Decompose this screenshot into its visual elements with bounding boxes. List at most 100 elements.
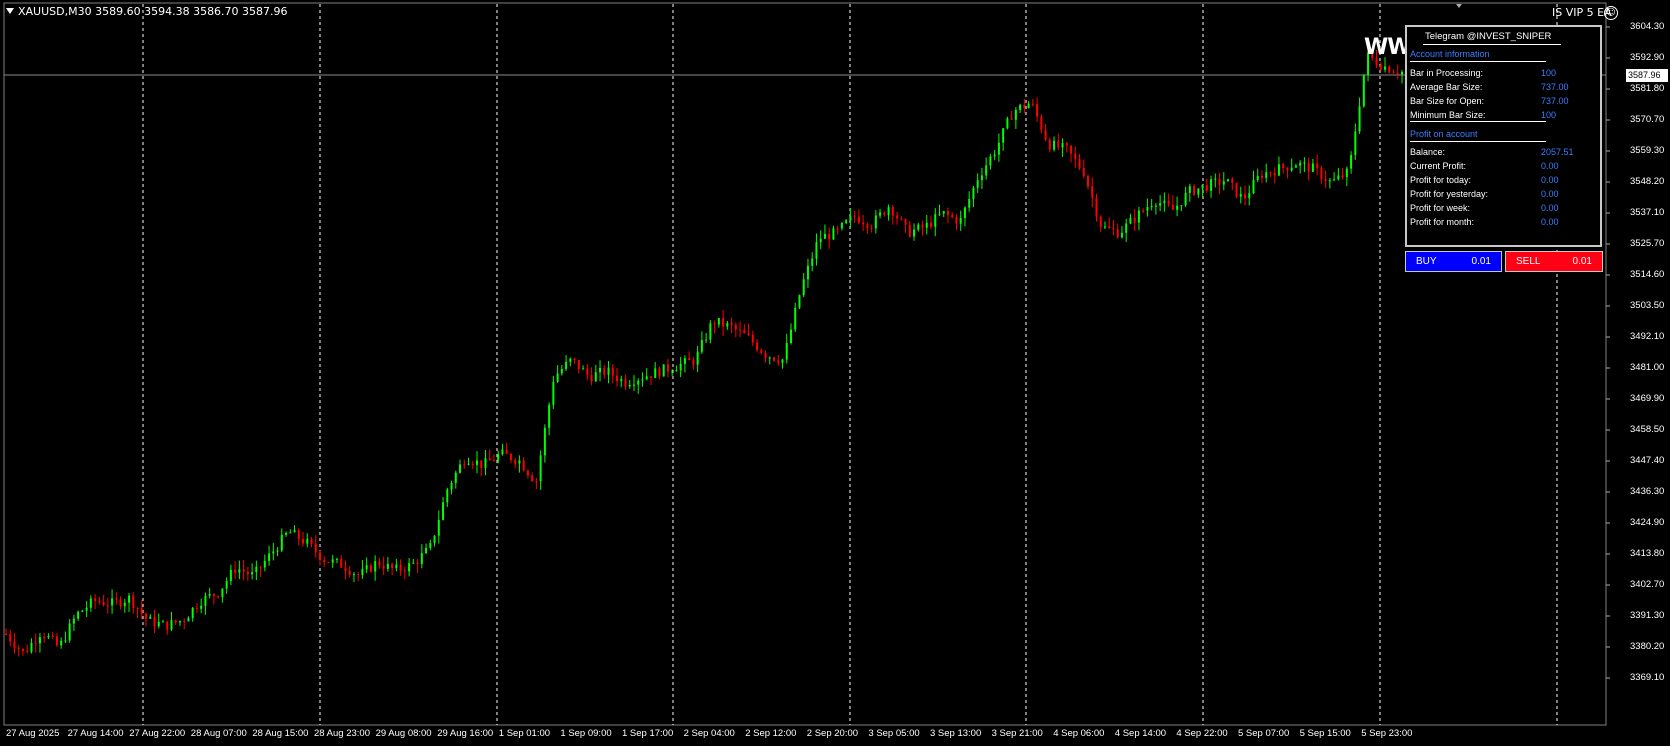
- candle-body: [26, 650, 29, 652]
- minimum-bar-size-value: 100: [1541, 110, 1557, 120]
- time-axis-label: 29 Aug 08:00: [375, 728, 432, 739]
- buy-button[interactable]: BUY 0.01: [1405, 251, 1502, 272]
- candle-body: [1087, 175, 1090, 187]
- candle-body: [1159, 203, 1162, 206]
- candle-body: [1137, 210, 1140, 223]
- price-axis-label: 3592.90: [1630, 52, 1665, 63]
- ea-info-panel: Telegram @INVEST_SNIPER Account informat…: [1405, 25, 1602, 247]
- candle-body: [399, 564, 402, 571]
- candle-body: [514, 460, 517, 464]
- candle-body: [887, 207, 890, 215]
- candle-body: [403, 570, 406, 572]
- candle-body: [467, 463, 470, 465]
- candle-body: [968, 199, 971, 208]
- expert-advisor-name[interactable]: IS VIP 5 EA: [1552, 6, 1612, 19]
- candle-body: [683, 358, 686, 364]
- candle-body: [51, 635, 54, 637]
- candle-body: [1316, 163, 1319, 168]
- candle-body: [1341, 175, 1344, 178]
- dropdown-triangle-icon[interactable]: [6, 8, 14, 14]
- candle-body: [157, 621, 160, 627]
- candle-body: [1345, 168, 1348, 178]
- time-axis-label: 2 Sep 20:00: [806, 728, 859, 739]
- candle-body: [195, 607, 198, 609]
- candle-body: [1205, 185, 1208, 191]
- candle-body: [94, 598, 97, 601]
- candle-body: [263, 560, 266, 568]
- profit-yesterday-value: 0.00: [1541, 189, 1559, 199]
- candle-body: [1099, 216, 1102, 228]
- candle-body: [1214, 178, 1217, 180]
- candle-body: [1362, 74, 1365, 107]
- time-axis-label: 4 Sep 06:00: [1053, 728, 1105, 739]
- candle-body: [183, 621, 186, 623]
- candle-body: [1120, 232, 1123, 238]
- candle-body: [1163, 200, 1166, 204]
- candle-body: [446, 489, 449, 503]
- candle-body: [879, 212, 882, 216]
- candle-body: [310, 538, 313, 544]
- candle-body: [55, 636, 58, 646]
- candle-body: [1333, 179, 1336, 181]
- candle-body: [149, 616, 152, 619]
- candle-body: [488, 458, 491, 461]
- candle-body: [132, 595, 135, 608]
- candle-body: [352, 574, 355, 576]
- candle-body: [917, 224, 920, 230]
- candle-body: [908, 224, 911, 237]
- current-profit-value: 0.00: [1541, 161, 1559, 171]
- candle-body: [985, 165, 988, 176]
- profit-week-label: Profit for week:: [1410, 203, 1471, 213]
- candle-body: [1171, 204, 1174, 210]
- candle-body: [463, 464, 466, 466]
- time-axis-label: 1 Sep 09:00: [560, 728, 612, 739]
- price-axis-label: 3559.30: [1630, 145, 1665, 156]
- candle-body: [993, 154, 996, 157]
- candle-body: [836, 228, 839, 230]
- candle-body: [539, 455, 542, 482]
- candle-body: [823, 234, 826, 239]
- candle-body: [1070, 145, 1073, 154]
- price-axis-label: 3447.40: [1630, 455, 1665, 466]
- candle-body: [768, 357, 771, 359]
- candle-body: [85, 607, 88, 611]
- candle-body: [382, 565, 385, 569]
- candle-body: [255, 566, 258, 573]
- candle-body: [930, 222, 933, 227]
- candle-body: [951, 214, 954, 218]
- profit-today-label: Profit for today:: [1410, 175, 1472, 185]
- candle-body: [166, 621, 169, 630]
- smiley-icon[interactable]: ☺: [1604, 6, 1618, 20]
- candle-body: [760, 350, 763, 353]
- time-axis-label: 5 Sep 15:00: [1299, 728, 1351, 739]
- symbol-info[interactable]: XAUUSD,M30 3589.60 3594.38 3586.70 3587.…: [6, 5, 288, 18]
- candle-body: [543, 427, 546, 456]
- sell-button[interactable]: SELL 0.01: [1505, 251, 1603, 272]
- buy-button-label: BUY: [1416, 256, 1437, 267]
- candle-body: [789, 329, 792, 344]
- profit-month-label: Profit for month:: [1410, 217, 1475, 227]
- candle-body: [794, 307, 797, 330]
- candle-body: [1299, 162, 1302, 166]
- candle-body: [1031, 103, 1034, 105]
- time-axis-label: 1 Sep 01:00: [498, 728, 551, 739]
- divider: [1410, 121, 1546, 122]
- candle-body: [1239, 194, 1242, 197]
- candle-body: [1256, 175, 1259, 180]
- candle-body: [234, 569, 237, 573]
- candle-body: [891, 207, 894, 216]
- candle-body: [391, 563, 394, 569]
- candle-body: [624, 379, 627, 387]
- candle-body: [361, 569, 364, 576]
- candle-body: [369, 565, 372, 572]
- candle-body: [208, 594, 211, 596]
- candle-body: [552, 381, 555, 405]
- candle-body: [357, 574, 360, 576]
- balance-label: Balance:: [1410, 147, 1446, 157]
- candle-body: [77, 611, 80, 619]
- candle-body: [378, 561, 381, 566]
- candle-body: [726, 322, 729, 327]
- candle-body: [1252, 179, 1255, 194]
- candle-body: [425, 547, 428, 554]
- candle-body: [611, 367, 614, 376]
